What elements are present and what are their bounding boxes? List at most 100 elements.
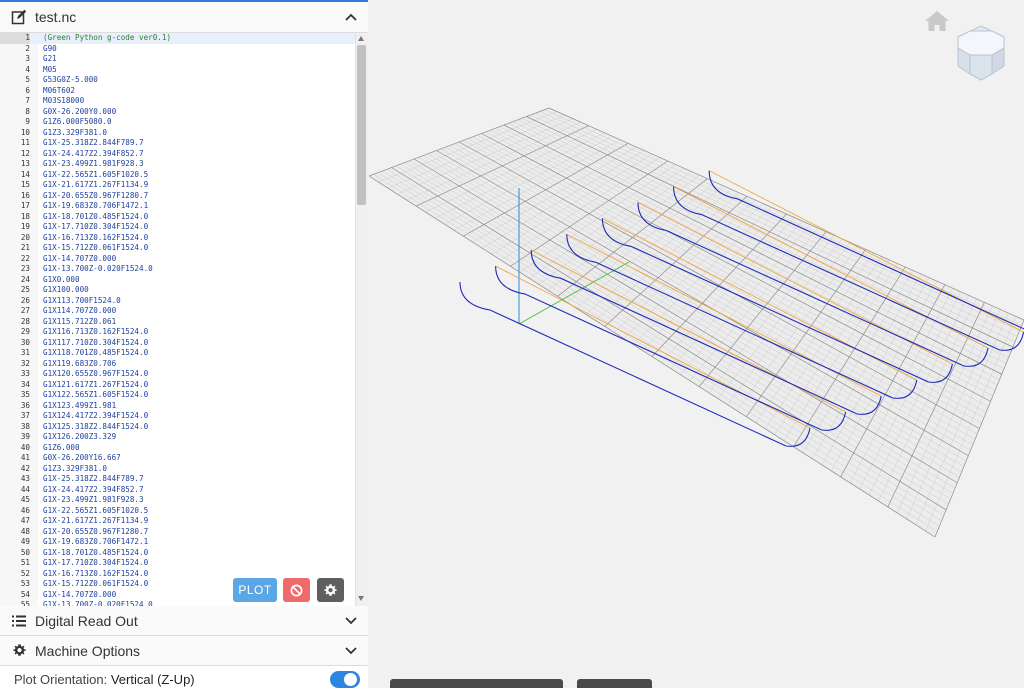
line-number: 11 (20, 138, 30, 147)
chevron-up-icon[interactable] (344, 10, 358, 24)
code-line[interactable]: 8 G0X-26.200Y0.000 (0, 107, 355, 118)
code-line[interactable]: 29 G1X116.713Z0.162F1524.0 (0, 327, 355, 338)
scroll-down-arrow-icon[interactable] (358, 596, 364, 601)
code-text: G1X-14.707Z0.000 (43, 253, 117, 263)
code-text: M05 (43, 64, 57, 74)
code-line[interactable]: 40 G1Z6.000 (0, 443, 355, 454)
code-line[interactable]: 23 G1X-13.700Z-0.020F1524.0 (0, 264, 355, 275)
line-number: 42 (20, 463, 30, 473)
code-line[interactable]: 36 G1X123.499Z1.981 (0, 401, 355, 412)
code-line[interactable]: 45 G1X-23.499Z1.981F928.3 (0, 495, 355, 506)
toolpath-scene[interactable] (369, 0, 1024, 688)
code-text: M06T602 (43, 85, 76, 95)
line-number: 40 (20, 442, 30, 452)
code-line[interactable]: 11 G1X-25.318Z2.844F789.7 (0, 138, 355, 149)
machine-options-header[interactable]: Machine Options (0, 636, 368, 666)
code-text: G1X123.499Z1.981 (43, 400, 117, 410)
stop-button[interactable] (283, 578, 310, 602)
code-line[interactable]: 4 M05 (0, 65, 355, 76)
code-text: G1X121.617Z1.267F1524.0 (43, 379, 149, 389)
code-text: G1X126.200Z3.329 (43, 432, 117, 441)
code-line[interactable]: 32 G1X119.683Z0.706 (0, 359, 355, 370)
line-number: 38 (20, 421, 30, 431)
code-line[interactable]: 41 G0X-26.200Y16.667 (0, 453, 355, 464)
code-text: G1X-19.683Z0.706F1472.1 (43, 201, 149, 210)
code-line[interactable]: 33 G1X120.655Z0.967F1524.0 (0, 369, 355, 380)
plot-orientation-label: Plot Orientation: (14, 672, 108, 687)
code-line[interactable]: 39 G1X126.200Z3.329 (0, 432, 355, 443)
code-line[interactable]: 20 G1X-16.713Z0.162F1524.0 (0, 233, 355, 244)
chevron-down-icon[interactable] (344, 644, 358, 658)
3d-viewport[interactable] (369, 0, 1024, 688)
code-line[interactable]: 46 G1X-22.565Z1.605F1020.5 (0, 506, 355, 517)
toggle-knob[interactable] (344, 673, 357, 686)
code-line[interactable]: 7 M03S18000 (0, 96, 355, 107)
code-line[interactable]: 35 G1X122.565Z1.605F1524.0 (0, 390, 355, 401)
code-line[interactable]: 2 G90 (0, 44, 355, 55)
code-line[interactable]: 26 G1X113.700F1524.0 (0, 296, 355, 307)
home-icon[interactable] (924, 10, 950, 32)
line-number: 4 (25, 64, 30, 74)
plot-button[interactable]: PLOT (233, 578, 277, 602)
code-line[interactable]: 14 G1X-22.565Z1.605F1020.5 (0, 170, 355, 181)
code-text: G1X-13.700Z-0.020F1524.0 (43, 264, 153, 273)
code-text: G0X-26.200Y16.667 (43, 453, 121, 462)
chevron-down-icon[interactable] (344, 614, 358, 628)
code-line[interactable]: 13 G1X-23.499Z1.981F928.3 (0, 159, 355, 170)
code-line[interactable]: 50 G1X-18.701Z0.485F1524.0 (0, 548, 355, 559)
scrollbar-thumb[interactable] (357, 45, 366, 205)
code-line[interactable]: 19 G1X-17.710Z0.304F1524.0 (0, 222, 355, 233)
code-line[interactable]: 12 G1X-24.417Z2.394F852.7 (0, 149, 355, 160)
code-line[interactable]: 22 G1X-14.707Z0.000 (0, 254, 355, 265)
code-line[interactable]: 43 G1X-25.318Z2.844F789.7 (0, 474, 355, 485)
code-line[interactable]: 6 M06T602 (0, 86, 355, 97)
code-line[interactable]: 51 G1X-17.710Z0.304F1524.0 (0, 558, 355, 569)
line-number: 52 (20, 568, 30, 578)
code-line[interactable]: 18 G1X-18.701Z0.485F1524.0 (0, 212, 355, 223)
line-number: 22 (20, 253, 30, 263)
view-cube-icon[interactable] (950, 22, 1012, 86)
line-number: 31 (20, 348, 30, 357)
code-line[interactable]: 27 G1X114.707Z0.000 (0, 306, 355, 317)
bottom-panel-tab[interactable] (390, 679, 563, 688)
code-text: G1Z6.000 (43, 442, 80, 452)
work-grid (369, 107, 1024, 538)
code-line[interactable]: 15 G1X-21.617Z1.267F1134.9 (0, 180, 355, 191)
gcode-viewer-app: test.nc 1 (Green Python g-code ver0.1) 2 G9… (0, 0, 1024, 688)
code-line[interactable]: 17 G1X-19.683Z0.706F1472.1 (0, 201, 355, 212)
line-number: 50 (20, 547, 30, 557)
code-line[interactable]: 24 G1X0.000 (0, 275, 355, 286)
code-line[interactable]: 30 G1X117.710Z0.304F1524.0 (0, 338, 355, 349)
code-line[interactable]: 28 G1X115.712Z0.061 (0, 317, 355, 328)
code-text: G1Z3.329F381.0 (43, 463, 108, 473)
code-line[interactable]: 34 G1X121.617Z1.267F1524.0 (0, 380, 355, 391)
code-line[interactable]: 10 G1Z3.329F381.0 (0, 128, 355, 139)
settings-button[interactable] (317, 578, 344, 602)
code-line[interactable]: 1 (Green Python g-code ver0.1) (0, 33, 355, 44)
code-line[interactable]: 48 G1X-20.655Z0.967F1280.7 (0, 527, 355, 538)
code-text: (Green Python g-code ver0.1) (43, 33, 172, 42)
code-line[interactable]: 49 G1X-19.683Z0.706F1472.1 (0, 537, 355, 548)
file-panel-header[interactable]: test.nc (0, 0, 368, 33)
list-icon (9, 611, 29, 631)
code-line[interactable]: 37 G1X124.417Z2.394F1524.0 (0, 411, 355, 422)
code-line[interactable]: 47 G1X-21.617Z1.267F1134.9 (0, 516, 355, 527)
code-line[interactable]: 3 G21 (0, 54, 355, 65)
code-line[interactable]: 38 G1X125.318Z2.844F1524.0 (0, 422, 355, 433)
dro-panel-header[interactable]: Digital Read Out (0, 606, 368, 636)
code-line[interactable]: 16 G1X-20.655Z0.967F1280.7 (0, 191, 355, 202)
line-number: 12 (20, 148, 30, 158)
code-line[interactable]: 44 G1X-24.417Z2.394F852.7 (0, 485, 355, 496)
left-panel: test.nc 1 (Green Python g-code ver0.1) 2 G9… (0, 0, 368, 688)
gcode-editor[interactable]: 1 (Green Python g-code ver0.1) 2 G90 3 G21 4 M0… (0, 33, 368, 606)
bottom-panel-tab[interactable] (577, 679, 652, 688)
code-line[interactable]: 31 G1X118.701Z0.485F1524.0 (0, 348, 355, 359)
code-line[interactable]: 21 G1X-15.712Z0.061F1524.0 (0, 243, 355, 254)
code-text: G1X-21.617Z1.267F1134.9 (43, 180, 149, 189)
scroll-up-arrow-icon[interactable] (358, 36, 364, 41)
code-text: G1X-18.701Z0.485F1524.0 (43, 547, 149, 557)
code-line[interactable]: 5 G53G0Z-5.000 (0, 75, 355, 86)
code-line[interactable]: 25 G1X100.000 (0, 285, 355, 296)
code-line[interactable]: 42 G1Z3.329F381.0 (0, 464, 355, 475)
code-line[interactable]: 9 G1Z6.000F5080.0 (0, 117, 355, 128)
